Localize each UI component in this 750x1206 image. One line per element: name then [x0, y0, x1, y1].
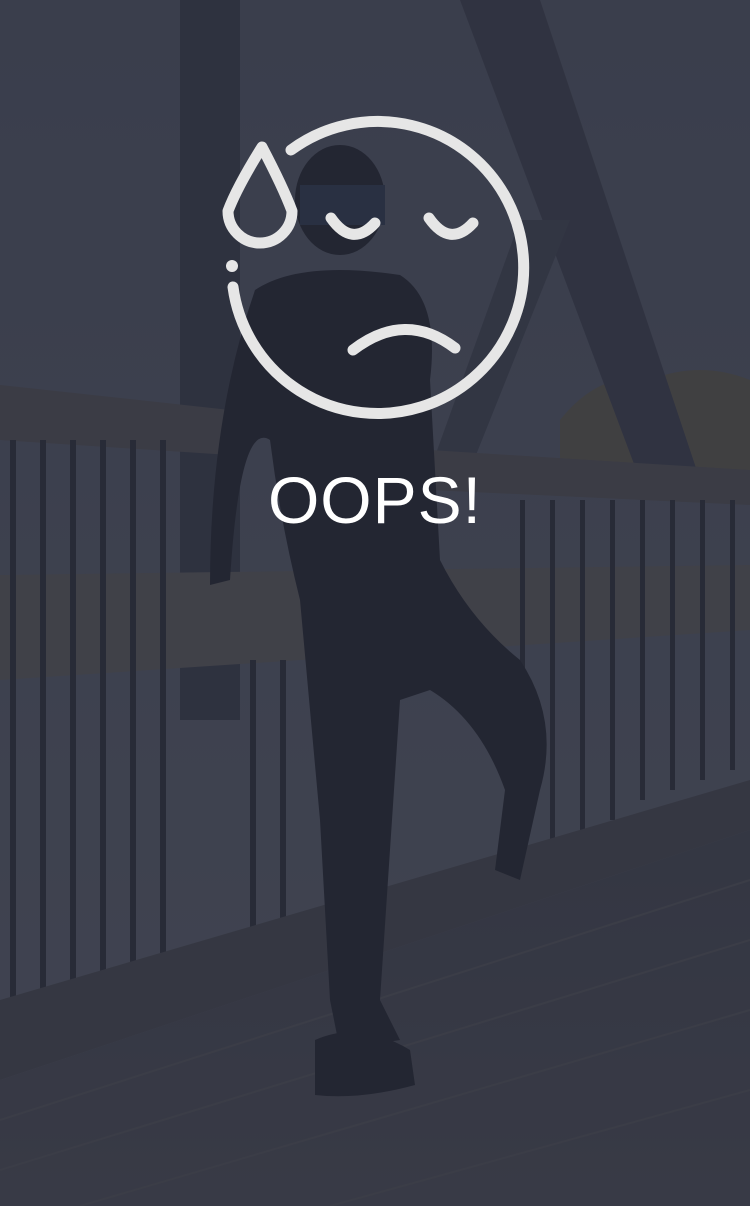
sad-face-sweat-icon: [222, 116, 530, 419]
error-title: OOPS!: [267, 463, 483, 537]
error-screen: OOPS!: [0, 0, 750, 1206]
